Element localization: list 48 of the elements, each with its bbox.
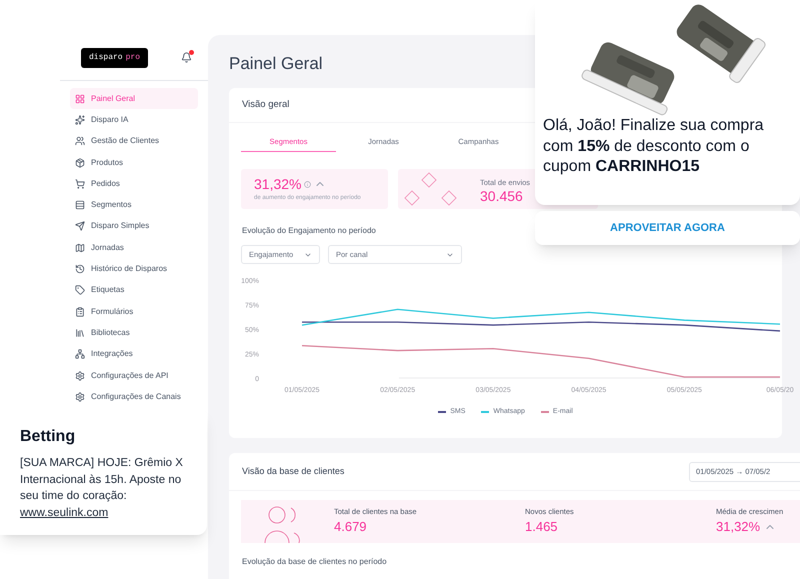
promo-message: Olá, João! Finalize sua compra com 15% de desconto com o cupom CARRINHO15 bbox=[542, 116, 765, 177]
sms-title: Betting bbox=[20, 427, 76, 447]
card-title: Visão geral bbox=[242, 98, 290, 112]
stat-value: 4.679 bbox=[334, 520, 367, 534]
cart-icon bbox=[75, 178, 85, 189]
bell-icon bbox=[181, 52, 192, 63]
clipboard-icon bbox=[75, 306, 85, 317]
users-icon bbox=[75, 136, 85, 146]
library-icon bbox=[75, 328, 85, 338]
sidebar-item[interactable]: Gestão de Clientes bbox=[70, 130, 198, 152]
history-icon bbox=[75, 264, 85, 274]
sidebar-item[interactable]: Produtos bbox=[70, 152, 198, 174]
page-title: Painel Geral bbox=[229, 53, 324, 75]
sms-link[interactable]: www.seulink.com bbox=[20, 506, 108, 518]
sidebar-item[interactable]: Histórico de Disparos bbox=[70, 258, 198, 280]
sidebar-item[interactable]: Bibliotecas bbox=[70, 322, 198, 344]
notification-button[interactable] bbox=[181, 52, 192, 63]
sidebar-item[interactable]: Disparo IA bbox=[70, 109, 198, 131]
grid-icon bbox=[75, 94, 85, 104]
sidebar-item[interactable]: Integrações bbox=[70, 344, 198, 365]
logo: disparo pro bbox=[81, 48, 148, 68]
stat-value: 31,32% bbox=[254, 177, 302, 191]
stat-value: 30.456 bbox=[480, 189, 524, 204]
card-title: Visão da base de clientes bbox=[242, 464, 344, 478]
stat-value: 1.465 bbox=[525, 520, 558, 534]
gear-icon bbox=[75, 392, 85, 402]
stat-value: 31,32% bbox=[716, 520, 760, 534]
tag-icon bbox=[75, 285, 85, 296]
sms-message: [SUA MARCA] HOJE: Grêmio X Internacional às 15h. Aposte no seu time do coração: www.seulink.com bbox=[20, 456, 184, 520]
section-title: Evolução da base de clientes no período bbox=[242, 556, 387, 568]
network-icon bbox=[75, 349, 85, 360]
rows-icon bbox=[75, 200, 85, 210]
send-icon bbox=[75, 221, 85, 232]
sidebar-item[interactable]: Disparo Simples bbox=[70, 216, 198, 238]
sidebar-item[interactable]: Configurações de Canais bbox=[70, 386, 198, 408]
gear-icon bbox=[75, 370, 85, 380]
box-icon bbox=[75, 158, 85, 168]
sidebar-item[interactable]: Configurações de API bbox=[70, 364, 198, 386]
sidebar-item[interactable]: Formulários bbox=[70, 300, 198, 322]
sparkle-icon bbox=[75, 114, 85, 125]
info-icon bbox=[304, 180, 312, 188]
section-title: Evolução do Engajamento no período bbox=[242, 225, 376, 237]
promo-button[interactable]: APROVEITAR AGORA bbox=[535, 211, 800, 245]
sidebar-item[interactable]: Pedidos bbox=[70, 173, 198, 194]
sidebar-item[interactable]: Segmentos bbox=[70, 194, 198, 216]
sidebar-item[interactable]: Etiquetas bbox=[70, 280, 198, 301]
map-icon bbox=[75, 242, 85, 253]
sidebar-item[interactable]: Jornadas bbox=[70, 237, 198, 258]
